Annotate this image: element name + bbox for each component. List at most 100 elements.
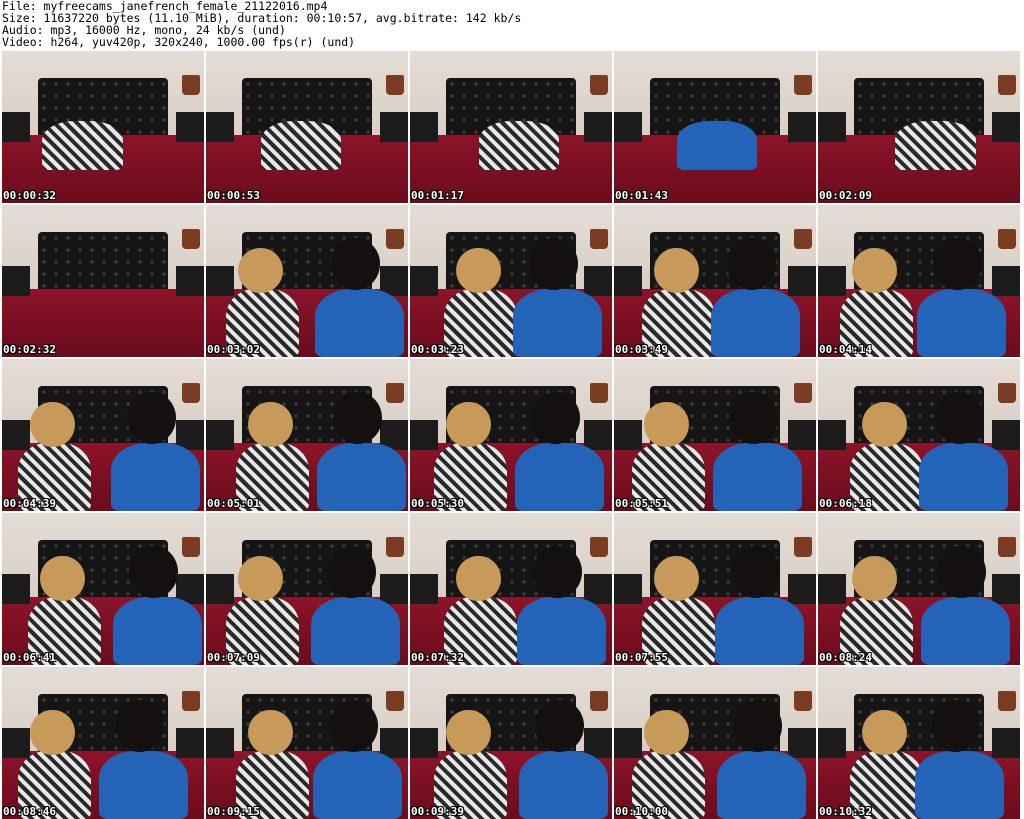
video-thumbnail[interactable]: 00:00:32 bbox=[2, 51, 204, 203]
lamp bbox=[385, 383, 404, 404]
person-figure bbox=[515, 442, 604, 511]
nightstand bbox=[991, 419, 1020, 451]
person-figure bbox=[113, 596, 202, 665]
timestamp-label: 00:03:02 bbox=[207, 343, 260, 356]
timestamp-label: 00:10:32 bbox=[819, 805, 872, 818]
timestamp-label: 00:05:01 bbox=[207, 497, 260, 510]
person-figure bbox=[914, 750, 1004, 819]
person-figure bbox=[42, 120, 124, 170]
video-thumbnail[interactable]: 00:04:39 bbox=[2, 359, 204, 511]
person-head bbox=[931, 700, 980, 753]
nightstand bbox=[614, 111, 643, 143]
person-figure bbox=[710, 288, 800, 357]
nightstand bbox=[410, 573, 439, 605]
video-thumbnail[interactable]: 00:03:23 bbox=[410, 205, 612, 357]
nightstand bbox=[787, 111, 816, 143]
person-head bbox=[862, 709, 907, 756]
video-thumbnail[interactable]: 00:05:30 bbox=[410, 359, 612, 511]
video-thumbnail[interactable]: 00:10:00 bbox=[614, 667, 816, 819]
video-thumbnail[interactable]: 00:09:39 bbox=[410, 667, 612, 819]
nightstand bbox=[175, 265, 204, 297]
video-thumbnail[interactable]: 00:05:01 bbox=[206, 359, 408, 511]
person-figure bbox=[311, 596, 400, 665]
person-head bbox=[933, 238, 982, 291]
lamp bbox=[997, 383, 1016, 404]
person-head bbox=[333, 392, 382, 445]
nightstand bbox=[379, 111, 408, 143]
lamp bbox=[385, 75, 404, 96]
nightstand bbox=[787, 573, 816, 605]
person-head bbox=[446, 401, 491, 448]
person-head bbox=[654, 555, 699, 602]
nightstand bbox=[410, 727, 439, 759]
person-figure bbox=[315, 288, 404, 357]
video-thumbnail[interactable]: 00:02:32 bbox=[2, 205, 204, 357]
person-figure bbox=[676, 120, 758, 170]
person-figure bbox=[111, 442, 200, 511]
timestamp-label: 00:09:39 bbox=[411, 805, 464, 818]
video-thumbnail[interactable]: 00:07:55 bbox=[614, 513, 816, 665]
video-thumbnail[interactable]: 00:00:53 bbox=[206, 51, 408, 203]
video-thumbnail[interactable]: 00:06:18 bbox=[818, 359, 1020, 511]
person-figure bbox=[513, 288, 602, 357]
lamp bbox=[793, 383, 812, 404]
nightstand bbox=[2, 573, 31, 605]
person-head bbox=[248, 401, 293, 448]
lamp bbox=[589, 383, 608, 404]
person-head bbox=[529, 238, 578, 291]
nightstand bbox=[583, 265, 612, 297]
person-figure bbox=[919, 442, 1008, 511]
nightstand bbox=[206, 111, 235, 143]
person-head bbox=[937, 546, 986, 599]
nightstand bbox=[787, 265, 816, 297]
person-head bbox=[129, 546, 178, 599]
timestamp-label: 00:00:32 bbox=[3, 189, 56, 202]
video-thumbnail[interactable]: 00:05:51 bbox=[614, 359, 816, 511]
nightstand bbox=[206, 419, 235, 451]
video-thumbnail[interactable]: 00:08:24 bbox=[818, 513, 1020, 665]
video-thumbnail[interactable]: 00:01:43 bbox=[614, 51, 816, 203]
person-head bbox=[329, 700, 378, 753]
video-thumbnail[interactable]: 00:07:32 bbox=[410, 513, 612, 665]
timestamp-label: 00:06:18 bbox=[819, 497, 872, 510]
timestamp-label: 00:10:00 bbox=[615, 805, 668, 818]
video-thumbnail[interactable]: 00:10:32 bbox=[818, 667, 1020, 819]
video-thumbnail[interactable]: 00:01:17 bbox=[410, 51, 612, 203]
video-thumbnail[interactable]: 00:08:46 bbox=[2, 667, 204, 819]
video-thumbnail[interactable]: 00:02:09 bbox=[818, 51, 1020, 203]
nightstand bbox=[614, 727, 643, 759]
nightstand bbox=[818, 265, 847, 297]
video-thumbnail[interactable]: 00:06:41 bbox=[2, 513, 204, 665]
nightstand bbox=[818, 419, 847, 451]
timestamp-label: 00:05:51 bbox=[615, 497, 668, 510]
person-figure bbox=[894, 120, 976, 170]
timestamp-label: 00:05:30 bbox=[411, 497, 464, 510]
video-thumbnail[interactable]: 00:03:49 bbox=[614, 205, 816, 357]
video-thumbnail[interactable]: 00:09:15 bbox=[206, 667, 408, 819]
timestamp-label: 00:06:41 bbox=[3, 651, 56, 664]
person-head bbox=[456, 247, 501, 294]
video-thumbnail[interactable]: 00:07:09 bbox=[206, 513, 408, 665]
person-head bbox=[30, 401, 75, 448]
nightstand bbox=[583, 419, 612, 451]
lamp bbox=[589, 229, 608, 250]
person-head bbox=[654, 247, 699, 294]
person-figure bbox=[519, 750, 608, 819]
nightstand bbox=[818, 727, 847, 759]
person-head bbox=[30, 709, 75, 756]
nightstand bbox=[2, 111, 31, 143]
nightstand bbox=[175, 727, 204, 759]
timestamp-label: 00:08:24 bbox=[819, 651, 872, 664]
person-figure bbox=[717, 750, 806, 819]
person-figure bbox=[517, 596, 606, 665]
person-head bbox=[238, 555, 283, 602]
nightstand bbox=[2, 265, 31, 297]
video-thumbnail[interactable]: 00:03:02 bbox=[206, 205, 408, 357]
lamp bbox=[589, 691, 608, 712]
person-head bbox=[852, 247, 897, 294]
person-head bbox=[533, 546, 582, 599]
person-head bbox=[127, 392, 176, 445]
video-thumbnail[interactable]: 00:04:14 bbox=[818, 205, 1020, 357]
lamp bbox=[181, 383, 200, 404]
lamp bbox=[385, 229, 404, 250]
